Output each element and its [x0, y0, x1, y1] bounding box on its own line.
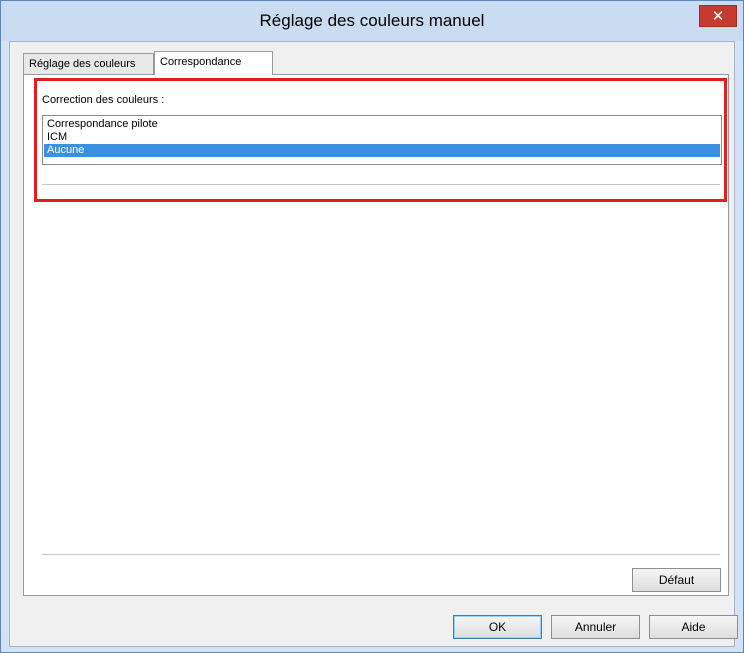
- list-item-aucune[interactable]: Aucune: [44, 144, 720, 157]
- separator: [42, 554, 720, 555]
- title-bar[interactable]: Réglage des couleurs manuel ✕: [1, 1, 743, 41]
- close-icon: ✕: [711, 8, 725, 25]
- tab-label: Réglage des couleurs: [29, 58, 136, 70]
- tab-label: Correspondance: [160, 56, 242, 68]
- help-button[interactable]: Aide: [649, 615, 738, 639]
- window-title: Réglage des couleurs manuel: [259, 11, 485, 30]
- color-correction-listbox[interactable]: Correspondance pilote ICM Aucune: [42, 115, 722, 165]
- default-button[interactable]: Défaut: [632, 568, 721, 592]
- close-button[interactable]: ✕: [699, 5, 737, 27]
- tab-reglage-des-couleurs[interactable]: Réglage des couleurs: [23, 53, 154, 75]
- color-correction-label: Correction des couleurs :: [42, 94, 165, 106]
- list-item-correspondance-pilote[interactable]: Correspondance pilote: [44, 118, 720, 131]
- separator: [42, 184, 720, 185]
- dialog-window: Réglage des couleurs manuel ✕ Réglage de…: [0, 0, 744, 653]
- tab-correspondance[interactable]: Correspondance: [154, 51, 273, 75]
- ok-button[interactable]: OK: [453, 615, 542, 639]
- cancel-button[interactable]: Annuler: [551, 615, 640, 639]
- list-item-icm[interactable]: ICM: [44, 131, 720, 144]
